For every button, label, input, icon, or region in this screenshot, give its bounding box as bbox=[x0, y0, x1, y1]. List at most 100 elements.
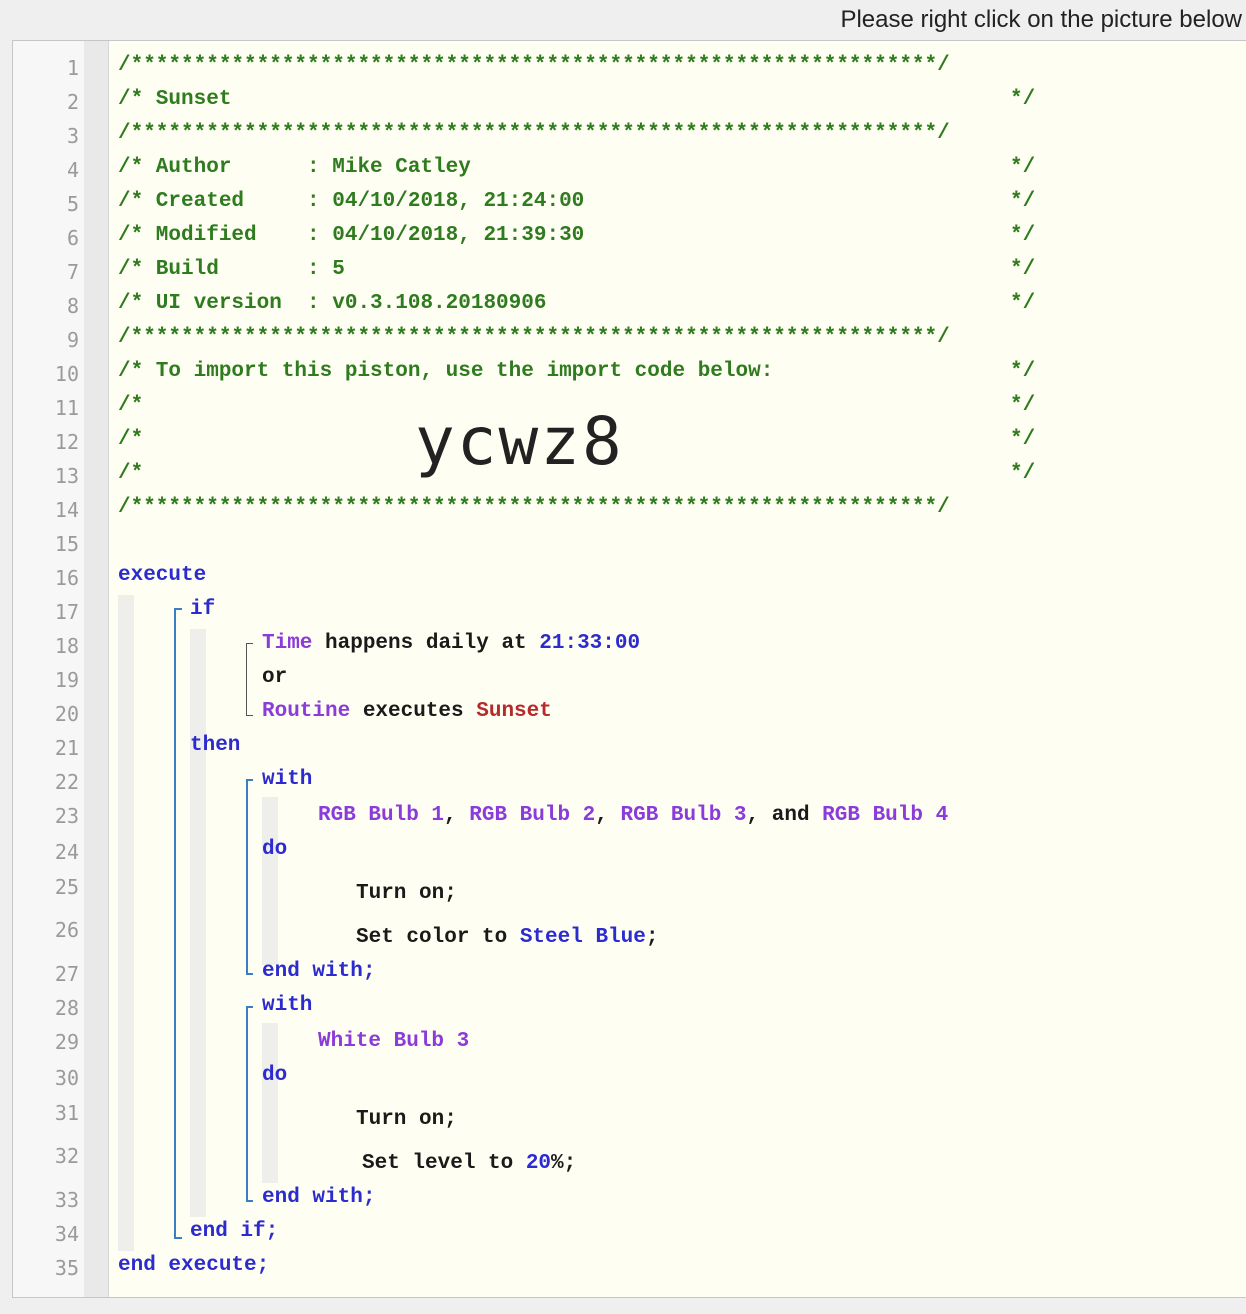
comment-border: /***************************************… bbox=[118, 326, 950, 349]
line-number: 32 bbox=[54, 1144, 79, 1168]
line-number: 34 bbox=[54, 1222, 79, 1246]
semicolon: ; bbox=[645, 926, 659, 949]
indent-guide bbox=[118, 595, 134, 1251]
line-number: 13 bbox=[54, 464, 79, 488]
bracket-tick bbox=[246, 973, 253, 975]
keyword-end-execute: end execute; bbox=[118, 1254, 270, 1277]
device-rgb-bulb-3: RGB Bulb 3 bbox=[620, 804, 747, 827]
comment-close: */ bbox=[1010, 360, 1036, 383]
indent-guide bbox=[190, 629, 206, 1217]
line-number: 9 bbox=[66, 328, 79, 352]
line-number: 8 bbox=[66, 294, 79, 318]
fold-gutter bbox=[84, 41, 109, 1297]
comment-author: /* Author : Mike Catley bbox=[118, 156, 471, 179]
comment-close: */ bbox=[1010, 428, 1036, 451]
keyword-end-with: end with; bbox=[262, 1186, 376, 1209]
keyword-do: do bbox=[262, 1064, 288, 1087]
if-block-bracket bbox=[174, 608, 176, 1239]
bracket-tick bbox=[174, 1237, 182, 1239]
device-rgb-bulb-4: RGB Bulb 4 bbox=[822, 804, 949, 827]
line-number: 12 bbox=[54, 430, 79, 454]
line-number: 15 bbox=[54, 532, 79, 556]
hint-text: Please right click on the picture below bbox=[840, 6, 1242, 33]
line-number: 18 bbox=[54, 634, 79, 658]
comma: , bbox=[444, 804, 470, 827]
line-number: 31 bbox=[54, 1101, 79, 1125]
condition-routine: Routine executes Sunset bbox=[262, 700, 552, 723]
text-executes: executes bbox=[350, 700, 477, 723]
keyword-end-if: end if; bbox=[190, 1220, 279, 1243]
line-number: 23 bbox=[54, 804, 79, 828]
statement-set-color: Set color to Steel Blue; bbox=[356, 926, 658, 949]
line-number: 21 bbox=[54, 736, 79, 760]
line-number: 27 bbox=[54, 962, 79, 986]
comment-border: /***************************************… bbox=[118, 122, 950, 145]
line-number: 35 bbox=[54, 1256, 79, 1280]
keyword-with: with bbox=[262, 994, 313, 1017]
text-and: , and bbox=[746, 804, 823, 827]
comment-close: */ bbox=[1010, 462, 1036, 485]
device-list-rgb: RGB Bulb 1, RGB Bulb 2, RGB Bulb 3, and … bbox=[318, 804, 948, 827]
keyword-do: do bbox=[262, 838, 288, 861]
line-number: 16 bbox=[54, 566, 79, 590]
comment-modified: /* Modified : 04/10/2018, 21:39:30 bbox=[118, 224, 585, 247]
line-number: 6 bbox=[66, 226, 79, 250]
bracket-tick bbox=[246, 779, 253, 781]
import-code[interactable]: ycwz8 bbox=[415, 403, 624, 480]
indent-guide bbox=[262, 1023, 278, 1183]
comment-build: /* Build : 5 bbox=[118, 258, 345, 281]
line-number: 24 bbox=[54, 840, 79, 864]
color-value: Steel Blue bbox=[519, 926, 646, 949]
line-number: 4 bbox=[66, 158, 79, 182]
keyword-with: with bbox=[262, 768, 313, 791]
with-block-bracket bbox=[246, 1006, 248, 1202]
level-value: 20 bbox=[525, 1152, 552, 1175]
with-block-bracket bbox=[246, 779, 248, 975]
line-number: 2 bbox=[66, 90, 79, 114]
operator-or: or bbox=[262, 666, 288, 689]
device-routine: Routine bbox=[262, 700, 351, 723]
line-number: 3 bbox=[66, 124, 79, 148]
statement-turn-on: Turn on; bbox=[356, 882, 457, 905]
bracket-tick bbox=[246, 715, 253, 716]
comment-title: /* Sunset bbox=[118, 88, 232, 111]
comment-open: /* bbox=[118, 428, 144, 451]
condition-time: Time happens daily at 21:33:00 bbox=[262, 632, 640, 655]
comment-open: /* bbox=[118, 462, 144, 485]
keyword-if: if bbox=[190, 598, 216, 621]
bracket-tick bbox=[174, 608, 182, 610]
line-number: 25 bbox=[54, 875, 79, 899]
comment-close: */ bbox=[1010, 394, 1036, 417]
line-number: 20 bbox=[54, 702, 79, 726]
comment-ui-version: /* UI version : v0.3.108.20180906 bbox=[118, 292, 547, 315]
comment-close: */ bbox=[1010, 258, 1036, 281]
line-number: 28 bbox=[54, 996, 79, 1020]
text-set-level: Set level to bbox=[362, 1152, 526, 1175]
bracket-tick bbox=[246, 1006, 253, 1008]
indent-guide bbox=[262, 797, 278, 965]
line-number: 17 bbox=[54, 600, 79, 624]
comment-close: */ bbox=[1010, 292, 1036, 315]
line-number: 7 bbox=[66, 260, 79, 284]
code-panel: 1 2 3 4 5 6 7 8 9 10 11 12 13 14 15 16 1… bbox=[12, 40, 1246, 1298]
line-number: 11 bbox=[54, 396, 79, 420]
device-time: Time bbox=[262, 632, 313, 655]
routine-name: Sunset bbox=[476, 700, 552, 723]
line-number: 5 bbox=[66, 192, 79, 216]
device-rgb-bulb-2: RGB Bulb 2 bbox=[469, 804, 596, 827]
comment-close: */ bbox=[1010, 190, 1036, 213]
line-number: 26 bbox=[54, 918, 79, 942]
percent-semicolon: %; bbox=[551, 1152, 577, 1175]
comment-border: /***************************************… bbox=[118, 54, 950, 77]
device-rgb-bulb-1: RGB Bulb 1 bbox=[318, 804, 445, 827]
comment-close: */ bbox=[1010, 224, 1036, 247]
bracket-tick bbox=[246, 643, 253, 644]
comment-border: /***************************************… bbox=[118, 496, 950, 519]
statement-set-level: Set level to 20%; bbox=[362, 1152, 576, 1175]
text-set-color: Set color to bbox=[356, 926, 520, 949]
device-white-bulb-3: White Bulb 3 bbox=[318, 1030, 470, 1053]
comma: , bbox=[595, 804, 621, 827]
line-number: 19 bbox=[54, 668, 79, 692]
comment-open: /* bbox=[118, 394, 144, 417]
line-number: 33 bbox=[54, 1188, 79, 1212]
